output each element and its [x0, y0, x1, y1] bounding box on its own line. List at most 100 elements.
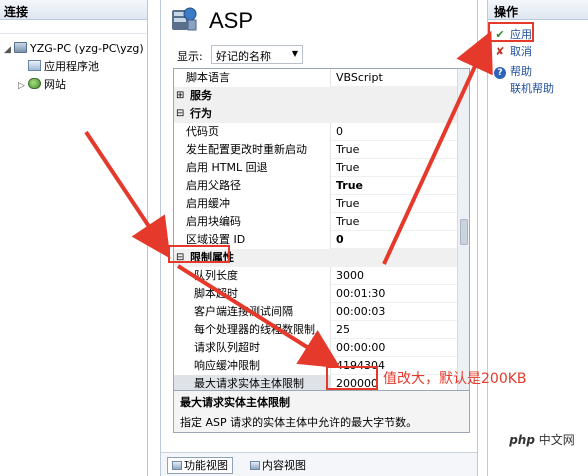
tab-label: 功能视图	[184, 459, 228, 472]
property-value: 00:00:03	[336, 305, 386, 318]
property-name-text: 响应缓冲限制	[194, 359, 260, 372]
property-description: 最大请求实体主体限制 指定 ASP 请求的实体主体中允许的最大字节数。	[173, 391, 470, 433]
property-row[interactable]: 启用 HTML 回退 True	[174, 159, 457, 177]
watermark-site: 中文网	[538, 433, 575, 447]
property-name: 发生配置更改时重新启动	[174, 141, 331, 159]
tab-label: 内容视图	[262, 459, 306, 472]
globe-icon	[28, 78, 41, 89]
tree-item-label: 应用程序池	[44, 60, 99, 73]
action-label: 取消	[510, 45, 532, 58]
property-name: 请求队列超时	[174, 339, 331, 357]
property-category[interactable]: ⊞ 服务	[174, 87, 457, 105]
action-label: 联机帮助	[510, 82, 554, 95]
property-name: 启用父路径	[174, 177, 331, 195]
property-value: True	[336, 179, 364, 192]
tree-item-label: YZG-PC (yzg-PC\yzg)	[30, 42, 144, 55]
actions-pane: 操作 ✔ 应用 ✘ 取消 ? 帮助 联机帮助	[487, 0, 588, 476]
limits-highlight-box	[168, 245, 230, 263]
property-name-text: 脚本超时	[194, 287, 238, 300]
property-value: True	[336, 143, 360, 156]
description-text: 指定 ASP 请求的实体主体中允许的最大字节数。	[180, 416, 418, 429]
property-value: 25	[336, 323, 350, 336]
property-row[interactable]: 脚本超时 00:01:30	[174, 285, 457, 303]
property-row[interactable]: 客户端连接测试间隔 00:00:03	[174, 303, 457, 321]
cancel-action[interactable]: ✘ 取消	[494, 43, 532, 59]
tree-expander[interactable]: ◢	[4, 41, 14, 59]
online-help-action[interactable]: 联机帮助	[510, 80, 554, 96]
property-name-text: 启用 HTML 回退	[186, 161, 268, 174]
property-name-text: 启用块编码	[186, 215, 241, 228]
tree-item-app-pools[interactable]: 应用程序池	[18, 58, 99, 76]
tree-item-server[interactable]: ◢ YZG-PC (yzg-PC\yzg)	[4, 40, 144, 58]
property-row[interactable]: 脚本语言 VBScript	[174, 69, 457, 87]
feature-header: ASP	[161, 0, 477, 42]
property-row[interactable]: 启用父路径 True	[174, 177, 457, 195]
asp-feature-icon	[172, 7, 197, 31]
annotation-text: 值改大，默认是200KB	[383, 371, 527, 387]
property-name-text: 每个处理器的线程数限制	[194, 323, 315, 336]
apply-highlight-box	[488, 22, 534, 42]
property-value: True	[336, 161, 360, 174]
action-label: 帮助	[510, 65, 532, 78]
tab-content-view[interactable]: 内容视图	[245, 457, 311, 474]
property-name: ⊞ 服务	[174, 87, 457, 105]
property-value: 3000	[336, 269, 364, 282]
cancel-icon: ✘	[495, 45, 505, 58]
property-grid[interactable]: 脚本语言 VBScript ⊞ 服务 ⊟ 行为 代码页 0 发生配置更改时重新启动 True 启用 …	[173, 68, 470, 391]
app-pool-icon	[28, 60, 41, 71]
server-icon	[14, 42, 27, 53]
scrollbar-thumb[interactable]	[460, 219, 468, 245]
property-name-text: 启用缓冲	[186, 197, 230, 210]
description-title: 最大请求实体主体限制	[180, 396, 290, 409]
property-name: 最大请求实体主体限制	[174, 375, 331, 390]
property-value: True	[336, 197, 360, 210]
property-value: VBScript	[336, 71, 383, 84]
property-row[interactable]: 代码页 0	[174, 123, 457, 141]
property-name-text: 服务	[190, 89, 212, 102]
property-value: 0	[336, 125, 343, 138]
property-name: 响应缓冲限制	[174, 357, 331, 375]
property-row[interactable]: 启用缓冲 True	[174, 195, 457, 213]
tree-expander[interactable]: ▷	[18, 77, 28, 95]
property-value: 00:01:30	[336, 287, 386, 300]
property-row[interactable]: 启用块编码 True	[174, 213, 457, 231]
view-tabs: 功能视图 内容视图	[161, 452, 477, 476]
property-name-text: 最大请求实体主体限制	[194, 377, 304, 390]
property-name: 启用 HTML 回退	[174, 159, 331, 177]
property-name-text: 队列长度	[194, 269, 238, 282]
help-action[interactable]: ? 帮助	[494, 63, 532, 79]
property-name-text: 脚本语言	[186, 71, 230, 84]
collapse-icon[interactable]: ⊟	[176, 105, 184, 123]
tab-features-view[interactable]: 功能视图	[167, 457, 233, 474]
property-name: 代码页	[174, 123, 331, 141]
property-name: 脚本超时	[174, 285, 331, 303]
property-name-text: 客户端连接测试间隔	[194, 305, 293, 318]
property-row[interactable]: 请求队列超时 00:00:00	[174, 339, 457, 357]
property-value: 00:00:00	[336, 341, 386, 354]
tree-item-label: 网站	[44, 78, 66, 91]
property-name-text: 启用父路径	[186, 179, 241, 192]
display-select[interactable]: 好记的名称 ▼	[211, 45, 303, 64]
property-category[interactable]: ⊟ 行为	[174, 105, 457, 123]
page-title: ASP	[209, 8, 254, 33]
property-name-text: 发生配置更改时重新启动	[186, 143, 307, 156]
property-row[interactable]: 每个处理器的线程数限制 25	[174, 321, 457, 339]
property-row[interactable]: 发生配置更改时重新启动 True	[174, 141, 457, 159]
property-row[interactable]: 队列长度 3000	[174, 267, 457, 285]
property-name: 启用块编码	[174, 213, 331, 231]
property-name-text: 行为	[190, 107, 212, 120]
watermark-brand: php	[509, 433, 535, 447]
display-label: 显示:	[177, 50, 203, 63]
watermark: php 中文网	[499, 430, 585, 450]
connections-header: 连接	[0, 0, 147, 20]
value-highlight-box	[326, 366, 378, 390]
property-name-text: 请求队列超时	[194, 341, 260, 354]
property-name: 脚本语言	[174, 69, 331, 87]
features-view-icon	[172, 461, 182, 470]
help-icon: ?	[494, 67, 506, 79]
display-select-value: 好记的名称	[216, 50, 271, 63]
feature-pane: ASP 显示: 好记的名称 ▼ 脚本语言 VBScript ⊞ 服务 ⊟ 行为代码页 0 发生…	[160, 0, 478, 476]
tree-item-sites[interactable]: ▷ 网站	[18, 76, 66, 94]
expand-icon[interactable]: ⊞	[176, 87, 184, 105]
vertical-scrollbar[interactable]	[457, 69, 469, 390]
